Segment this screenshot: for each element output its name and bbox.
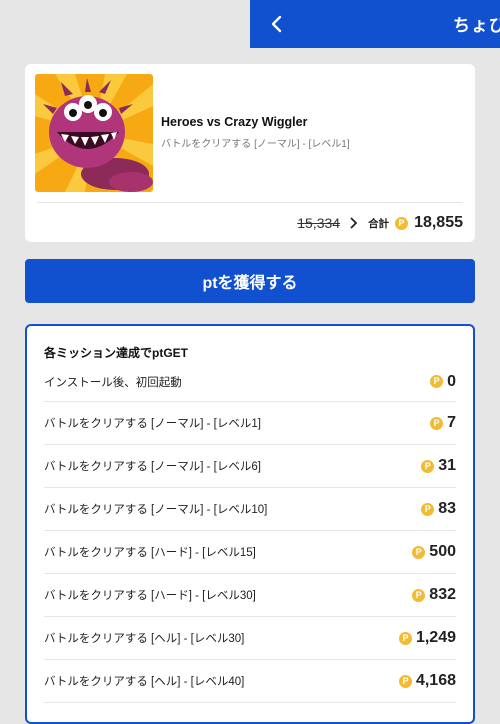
mission-points-value: 0	[447, 372, 456, 390]
game-card: Heroes vs Crazy Wiggler バトルをクリアする [ノーマル]…	[25, 64, 475, 242]
old-points: 15,334	[297, 215, 341, 231]
chevron-left-icon	[271, 15, 282, 33]
mission-label: バトルをクリアする [ハード] - [レベル15]	[44, 547, 256, 559]
mission-label: インストール後、初回起動	[44, 376, 182, 389]
mission-points: P 4,168	[398, 672, 456, 690]
mission-card: 各ミッション達成でptGET インストール後、初回起動 P 0 バトルをクリアす…	[25, 324, 475, 724]
mission-points: P 7	[430, 414, 456, 432]
chevron-right-icon	[346, 216, 360, 230]
point-coin-icon: P	[395, 216, 409, 230]
mission-points-value: 500	[429, 543, 456, 560]
top-header-bar: ちょび	[250, 0, 500, 48]
mission-points: P 1,249	[398, 629, 456, 647]
mission-points-value: 83	[438, 500, 456, 517]
total-label: 合計	[368, 217, 390, 230]
header-title: ちょび	[453, 16, 500, 35]
card-divider	[37, 202, 463, 203]
game-title: Heroes vs Crazy Wiggler	[161, 115, 308, 129]
mission-points: P 832	[412, 586, 456, 604]
point-coin-icon: P	[398, 631, 412, 645]
mission-label: バトルをクリアする [ヘル] - [レベル40]	[44, 676, 245, 688]
mission-label: バトルをクリアする [ノーマル] - [レベル10]	[44, 504, 268, 516]
point-coin-icon: P	[430, 375, 444, 388]
point-coin-icon: P	[421, 459, 435, 473]
mission-points-value: 832	[429, 586, 456, 603]
mission-points-value: 31	[438, 457, 456, 474]
mission-item: バトルをクリアする [ノーマル] - [レベル1] P 7	[44, 402, 456, 445]
mission-points-value: 1,249	[415, 629, 456, 646]
back-button[interactable]	[266, 12, 286, 36]
mission-label: バトルをクリアする [ヘル] - [レベル30]	[44, 633, 245, 645]
mission-item: バトルをクリアする [ヘル] - [レベル40] P 4,168	[44, 660, 456, 703]
mission-item: バトルをクリアする [ハード] - [レベル30] P 832	[44, 574, 456, 617]
point-coin-icon: P	[398, 674, 412, 688]
mission-header: 各ミッション達成でptGET	[44, 346, 188, 360]
mission-item: バトルをクリアする [ヘル] - [レベル30] P 1,249	[44, 617, 456, 660]
total-points: 18,855	[414, 214, 463, 231]
mission-item: バトルをクリアする [ノーマル] - [レベル6] P 31	[44, 445, 456, 488]
mission-label: バトルをクリアする [ノーマル] - [レベル1]	[44, 418, 261, 430]
mission-points-value: 7	[447, 414, 456, 431]
monster-illustration	[35, 74, 153, 192]
mission-points-value: 4,168	[415, 672, 456, 689]
mission-list: インストール後、初回起動 P 0 バトルをクリアする [ノーマル] - [レベル…	[44, 362, 456, 703]
mission-label: バトルをクリアする [ノーマル] - [レベル6]	[44, 461, 261, 473]
game-subtitle: バトルをクリアする [ノーマル] - [レベル1]	[161, 139, 350, 150]
point-coin-icon: P	[412, 545, 426, 559]
mission-item: インストール後、初回起動 P 0	[44, 362, 456, 402]
get-points-button[interactable]: ptを獲得する	[25, 259, 475, 303]
mission-item: バトルをクリアする [ノーマル] - [レベル10] P 83	[44, 488, 456, 531]
mission-points: P 31	[421, 457, 456, 475]
point-coin-icon: P	[421, 502, 435, 516]
mission-points: P 83	[421, 500, 456, 518]
mission-points: P 0	[430, 373, 456, 391]
mission-points: P 500	[412, 543, 456, 561]
point-coin-icon: P	[430, 416, 444, 430]
game-thumbnail[interactable]	[35, 74, 153, 192]
mission-item: バトルをクリアする [ハード] - [レベル15] P 500	[44, 531, 456, 574]
mission-label: バトルをクリアする [ハード] - [レベル30]	[44, 590, 256, 602]
point-coin-icon: P	[412, 588, 426, 602]
points-summary: 15,334 合計 P 18,855	[297, 212, 463, 234]
